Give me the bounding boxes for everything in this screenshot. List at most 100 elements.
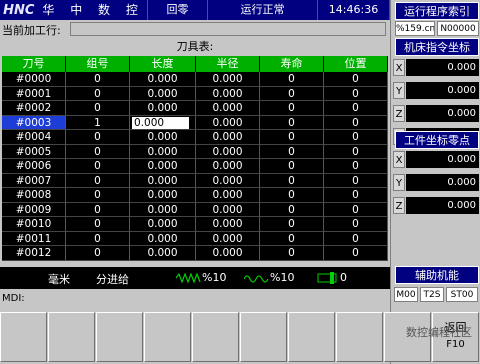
cell-length[interactable]: 0.000 [130, 144, 196, 159]
softkey-2[interactable] [48, 312, 95, 362]
cell-life[interactable]: 0 [260, 246, 324, 261]
cell-life[interactable]: 0 [260, 231, 324, 246]
cell-length[interactable]: 0.000 [130, 231, 196, 246]
cell-length[interactable]: 0.000 [130, 115, 196, 130]
cell-tool-no[interactable]: #0009 [2, 202, 66, 217]
cell-length[interactable]: 0.000 [130, 202, 196, 217]
cell-radius[interactable]: 0.000 [196, 246, 260, 261]
table-row[interactable]: #0012 0 0.000 0.000 0 0 [2, 246, 388, 261]
cell-tool-no[interactable]: #0007 [2, 173, 66, 188]
cell-life[interactable]: 0 [260, 86, 324, 101]
table-row[interactable]: #0005 0 0.000 0.000 0 0 [2, 144, 388, 159]
cell-radius[interactable]: 0.000 [196, 130, 260, 145]
cell-life[interactable]: 0 [260, 173, 324, 188]
cell-radius[interactable]: 0.000 [196, 115, 260, 130]
cell-position[interactable]: 0 [324, 159, 388, 174]
cell-radius[interactable]: 0.000 [196, 86, 260, 101]
cell-length[interactable]: 0.000 [130, 217, 196, 232]
softkey-4[interactable] [144, 312, 191, 362]
cell-radius[interactable]: 0.000 [196, 159, 260, 174]
cell-length[interactable]: 0.000 [130, 72, 196, 87]
softkey-3[interactable] [96, 312, 143, 362]
softkey-8[interactable] [336, 312, 383, 362]
softkey-1[interactable] [0, 312, 47, 362]
cell-life[interactable]: 0 [260, 115, 324, 130]
cell-edit-input[interactable]: 0.000 [132, 116, 189, 129]
cell-length[interactable]: 0.000 [130, 159, 196, 174]
cell-length[interactable]: 0.000 [130, 188, 196, 203]
cell-tool-no[interactable]: #0000 [2, 72, 66, 87]
cell-tool-no[interactable]: #0008 [2, 188, 66, 203]
table-row[interactable]: #0006 0 0.000 0.000 0 0 [2, 159, 388, 174]
cell-tool-no[interactable]: #0003 [2, 115, 66, 130]
cell-position[interactable]: 0 [324, 188, 388, 203]
cell-position[interactable]: 0 [324, 246, 388, 261]
cell-group[interactable]: 0 [66, 159, 130, 174]
cell-group[interactable]: 0 [66, 246, 130, 261]
cell-group[interactable]: 0 [66, 130, 130, 145]
cell-group[interactable]: 1 [66, 115, 130, 130]
cell-position[interactable]: 0 [324, 86, 388, 101]
softkey-7[interactable] [288, 312, 335, 362]
softkey-6[interactable] [240, 312, 287, 362]
cell-group[interactable]: 0 [66, 86, 130, 101]
cell-position[interactable]: 0 [324, 144, 388, 159]
cell-life[interactable]: 0 [260, 202, 324, 217]
cell-tool-no[interactable]: #0012 [2, 246, 66, 261]
table-row[interactable]: #0007 0 0.000 0.000 0 0 [2, 173, 388, 188]
cell-life[interactable]: 0 [260, 144, 324, 159]
cell-tool-no[interactable]: #0011 [2, 231, 66, 246]
cell-position[interactable]: 0 [324, 202, 388, 217]
cell-length[interactable]: 0.000 [130, 101, 196, 116]
cell-life[interactable]: 0 [260, 72, 324, 87]
cell-length[interactable]: 0.000 [130, 246, 196, 261]
cell-life[interactable]: 0 [260, 101, 324, 116]
cell-radius[interactable]: 0.000 [196, 217, 260, 232]
cell-group[interactable]: 0 [66, 101, 130, 116]
table-row[interactable]: #0001 0 0.000 0.000 0 0 [2, 86, 388, 101]
cell-group[interactable]: 0 [66, 217, 130, 232]
table-row[interactable]: #0010 0 0.000 0.000 0 0 [2, 217, 388, 232]
cell-tool-no[interactable]: #0006 [2, 159, 66, 174]
cell-life[interactable]: 0 [260, 188, 324, 203]
cell-tool-no[interactable]: #0001 [2, 86, 66, 101]
cell-tool-no[interactable]: #0004 [2, 130, 66, 145]
cell-group[interactable]: 0 [66, 173, 130, 188]
cell-group[interactable]: 0 [66, 188, 130, 203]
cell-position[interactable]: 0 [324, 231, 388, 246]
cell-life[interactable]: 0 [260, 159, 324, 174]
table-row[interactable]: #0009 0 0.000 0.000 0 0 [2, 202, 388, 217]
cell-group[interactable]: 0 [66, 72, 130, 87]
cell-radius[interactable]: 0.000 [196, 231, 260, 246]
cell-life[interactable]: 0 [260, 217, 324, 232]
softkey-5[interactable] [192, 312, 239, 362]
cell-tool-no[interactable]: #0005 [2, 144, 66, 159]
table-row[interactable]: #0002 0 0.000 0.000 0 0 [2, 101, 388, 116]
cell-position[interactable]: 0 [324, 115, 388, 130]
cell-tool-no[interactable]: #0002 [2, 101, 66, 116]
table-row[interactable]: #0008 0 0.000 0.000 0 0 [2, 188, 388, 203]
cell-radius[interactable]: 0.000 [196, 144, 260, 159]
cell-radius[interactable]: 0.000 [196, 101, 260, 116]
cell-radius[interactable]: 0.000 [196, 202, 260, 217]
cell-tool-no[interactable]: #0010 [2, 217, 66, 232]
cell-position[interactable]: 0 [324, 101, 388, 116]
table-row[interactable]: #0011 0 0.000 0.000 0 0 [2, 231, 388, 246]
cell-length[interactable]: 0.000 [130, 86, 196, 101]
cell-group[interactable]: 0 [66, 202, 130, 217]
cell-life[interactable]: 0 [260, 130, 324, 145]
cell-group[interactable]: 0 [66, 231, 130, 246]
cell-group[interactable]: 0 [66, 144, 130, 159]
table-row[interactable]: #0004 0 0.000 0.000 0 0 [2, 130, 388, 145]
cell-radius[interactable]: 0.000 [196, 72, 260, 87]
cell-length[interactable]: 0.000 [130, 130, 196, 145]
table-row[interactable]: #0000 0 0.000 0.000 0 0 [2, 72, 388, 87]
table-row[interactable]: #0003 1 0.000 0.000 0 0 [2, 115, 388, 130]
cell-position[interactable]: 0 [324, 72, 388, 87]
mdi-line[interactable]: MDI: [0, 292, 390, 306]
cell-position[interactable]: 0 [324, 173, 388, 188]
cell-length[interactable]: 0.000 [130, 173, 196, 188]
cell-position[interactable]: 0 [324, 130, 388, 145]
cell-radius[interactable]: 0.000 [196, 173, 260, 188]
cell-radius[interactable]: 0.000 [196, 188, 260, 203]
